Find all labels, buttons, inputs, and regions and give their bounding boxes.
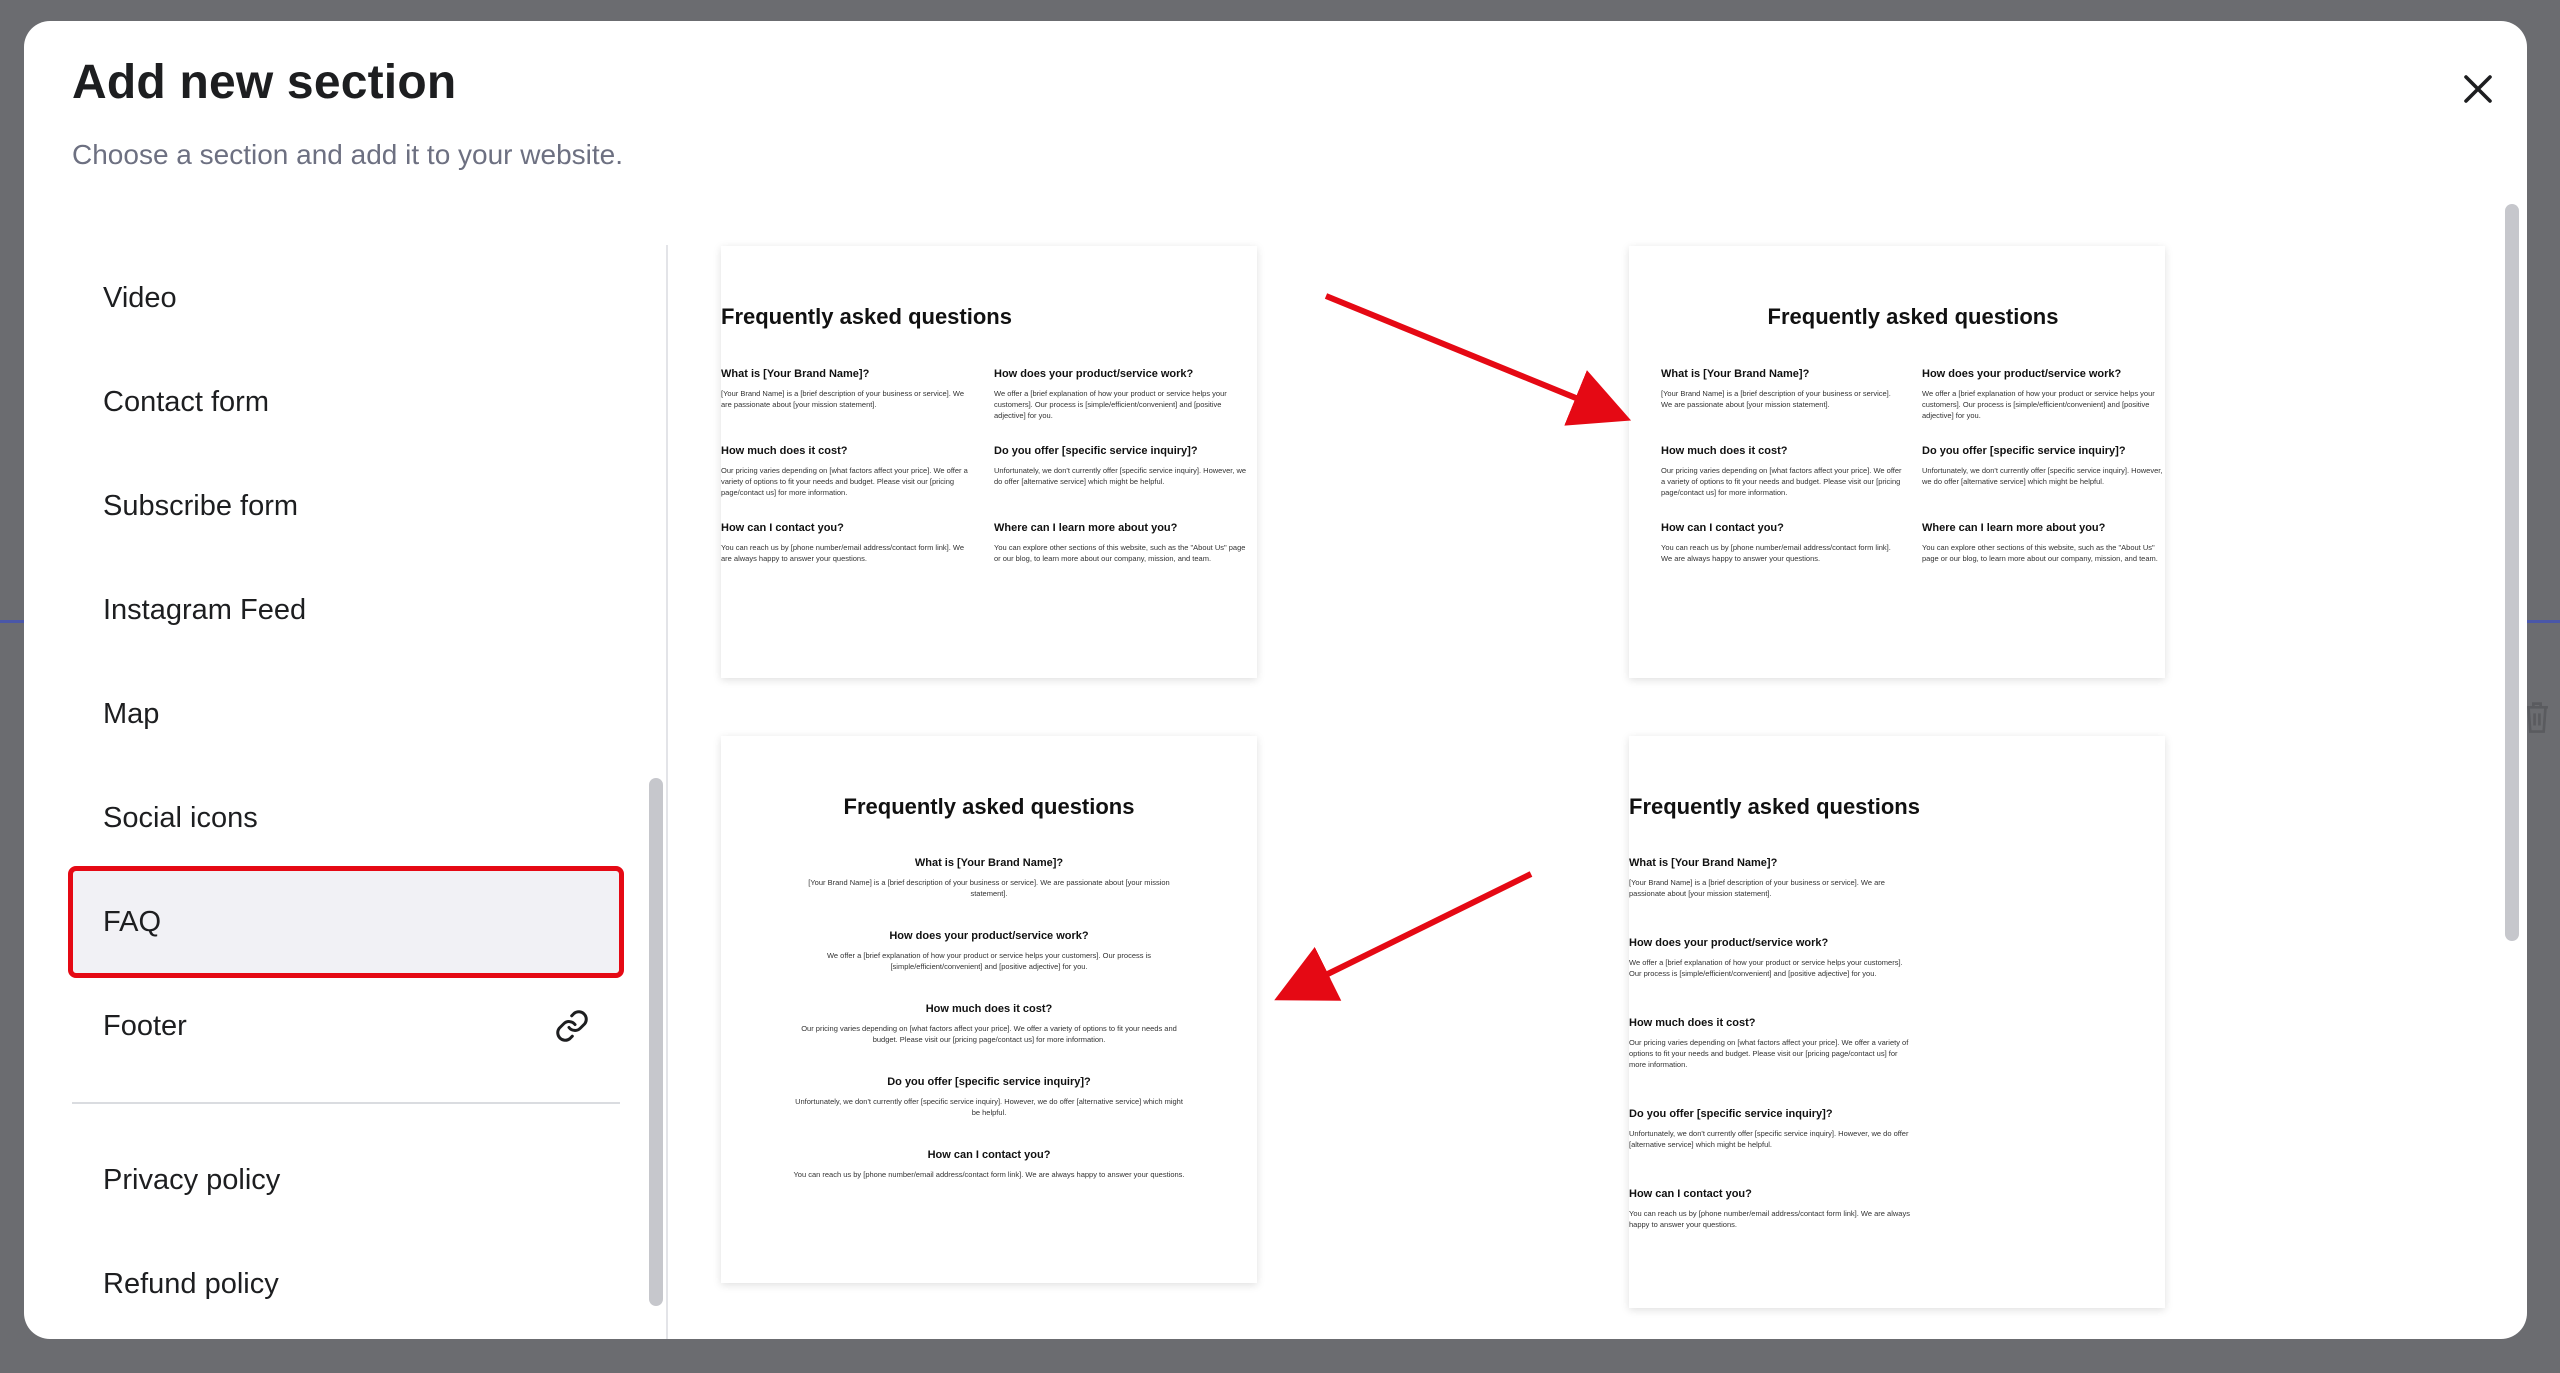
faq-item: How can I contact you? You can reach us b…	[1661, 522, 1891, 563]
faq-item: How much does it cost? Our pricing varies…	[1629, 1017, 1909, 1069]
faq-heading: Frequently asked questions	[1629, 794, 1920, 819]
faq-item: Do you offer [specific service inquiry]?…	[994, 445, 1247, 486]
faq-item: What is [Your Brand Name]? [Your Brand Na…	[1629, 857, 1885, 898]
faq-item: Do you offer [specific service inquiry]?…	[1629, 1108, 1909, 1149]
faq-item: How much does it cost? Our pricing varies…	[721, 445, 968, 497]
faq-item: How much does it cost? Our pricing varies…	[801, 1003, 1177, 1044]
sidebar-item-social-icons[interactable]: Social icons	[72, 766, 620, 870]
link-icon	[556, 1010, 588, 1042]
sidebar-item-instagram-feed[interactable]: Instagram Feed	[72, 558, 620, 662]
section-category-list: Video Contact form Subscribe form Instag…	[68, 246, 624, 1336]
faq-item: How much does it cost? Our pricing varies…	[1661, 445, 1902, 497]
faq-item: How does your product/service work? We of…	[1629, 937, 1903, 978]
sidebar-item-label: Social icons	[103, 801, 258, 834]
panel-divider	[666, 245, 668, 1339]
preview-scrollbar[interactable]	[2505, 204, 2519, 941]
faq-item: What is [Your Brand Name]? [Your Brand Na…	[808, 857, 1170, 898]
faq-heading: Frequently asked questions	[843, 794, 1135, 819]
faq-item: How can I contact you? You can reach us b…	[1629, 1188, 1910, 1229]
faq-item: How does your product/service work? We of…	[994, 368, 1227, 420]
faq-item: Do you offer [specific service inquiry]?…	[795, 1076, 1183, 1117]
sidebar-item-label: Video	[103, 281, 177, 314]
sidebar-item-label: Privacy policy	[103, 1163, 281, 1196]
faq-item: How can I contact you? You can reach us b…	[721, 522, 965, 563]
faq-item: What is [Your Brand Name]? [Your Brand Na…	[721, 368, 965, 409]
sidebar-item-footer[interactable]: Footer	[72, 974, 620, 1078]
faq-template-card-4[interactable]: Frequently asked questions What is [Your…	[1629, 736, 2165, 1308]
faq-item: What is [Your Brand Name]? [Your Brand Na…	[1661, 368, 1891, 409]
faq-item: How does your product/service work? We of…	[1922, 368, 2155, 420]
faq-template-card-3[interactable]: Frequently asked questions What is [Your…	[721, 736, 1257, 1283]
faq-item: Where can I learn more about you? You can…	[994, 522, 1246, 563]
sidebar-item-map[interactable]: Map	[72, 662, 620, 766]
sidebar-item-privacy-policy[interactable]: Privacy policy	[72, 1128, 620, 1232]
sidebar-item-label: Refund policy	[103, 1267, 279, 1300]
close-icon	[2464, 75, 2492, 103]
sidebar-item-contact-form[interactable]: Contact form	[72, 350, 620, 454]
faq-template-card-2[interactable]: Frequently asked questions What is [Your…	[1629, 246, 2165, 678]
faq-item: How can I contact you? You can reach us b…	[793, 1149, 1185, 1179]
faq-heading: Frequently asked questions	[1767, 304, 2059, 329]
sidebar-item-subscribe-form[interactable]: Subscribe form	[72, 454, 620, 558]
sidebar-item-video[interactable]: Video	[72, 246, 620, 350]
modal-title: Add new section	[72, 56, 457, 109]
add-section-modal: Add new section Choose a section and add…	[24, 21, 2527, 1339]
modal-subtitle: Choose a section and add it to your webs…	[72, 139, 624, 170]
sidebar-item-label: Instagram Feed	[103, 593, 307, 626]
faq-item: How does your product/service work? We of…	[826, 930, 1152, 971]
annotation-arrow	[1274, 871, 1533, 1001]
sidebar-item-label: Map	[103, 697, 160, 730]
sidebar-item-faq[interactable]: FAQ	[68, 866, 624, 978]
sidebar-item-label: Footer	[103, 1009, 187, 1042]
faq-heading: Frequently asked questions	[721, 304, 1012, 329]
sidebar-item-label: FAQ	[103, 905, 162, 938]
sidebar-item-label: Contact form	[103, 385, 269, 418]
sidebar-divider	[72, 1102, 620, 1104]
faq-item: Where can I learn more about you? You can…	[1922, 522, 2158, 563]
faq-item: Do you offer [specific service inquiry]?…	[1922, 445, 2163, 486]
faq-template-card-1[interactable]: Frequently asked questions What is [Your…	[721, 246, 1257, 678]
close-button[interactable]	[2450, 61, 2506, 117]
sidebar-item-label: Subscribe form	[103, 489, 299, 522]
sidebar-scrollbar[interactable]	[649, 778, 663, 1306]
annotation-arrow	[1324, 293, 1632, 426]
sidebar-item-refund-policy[interactable]: Refund policy	[72, 1232, 620, 1336]
